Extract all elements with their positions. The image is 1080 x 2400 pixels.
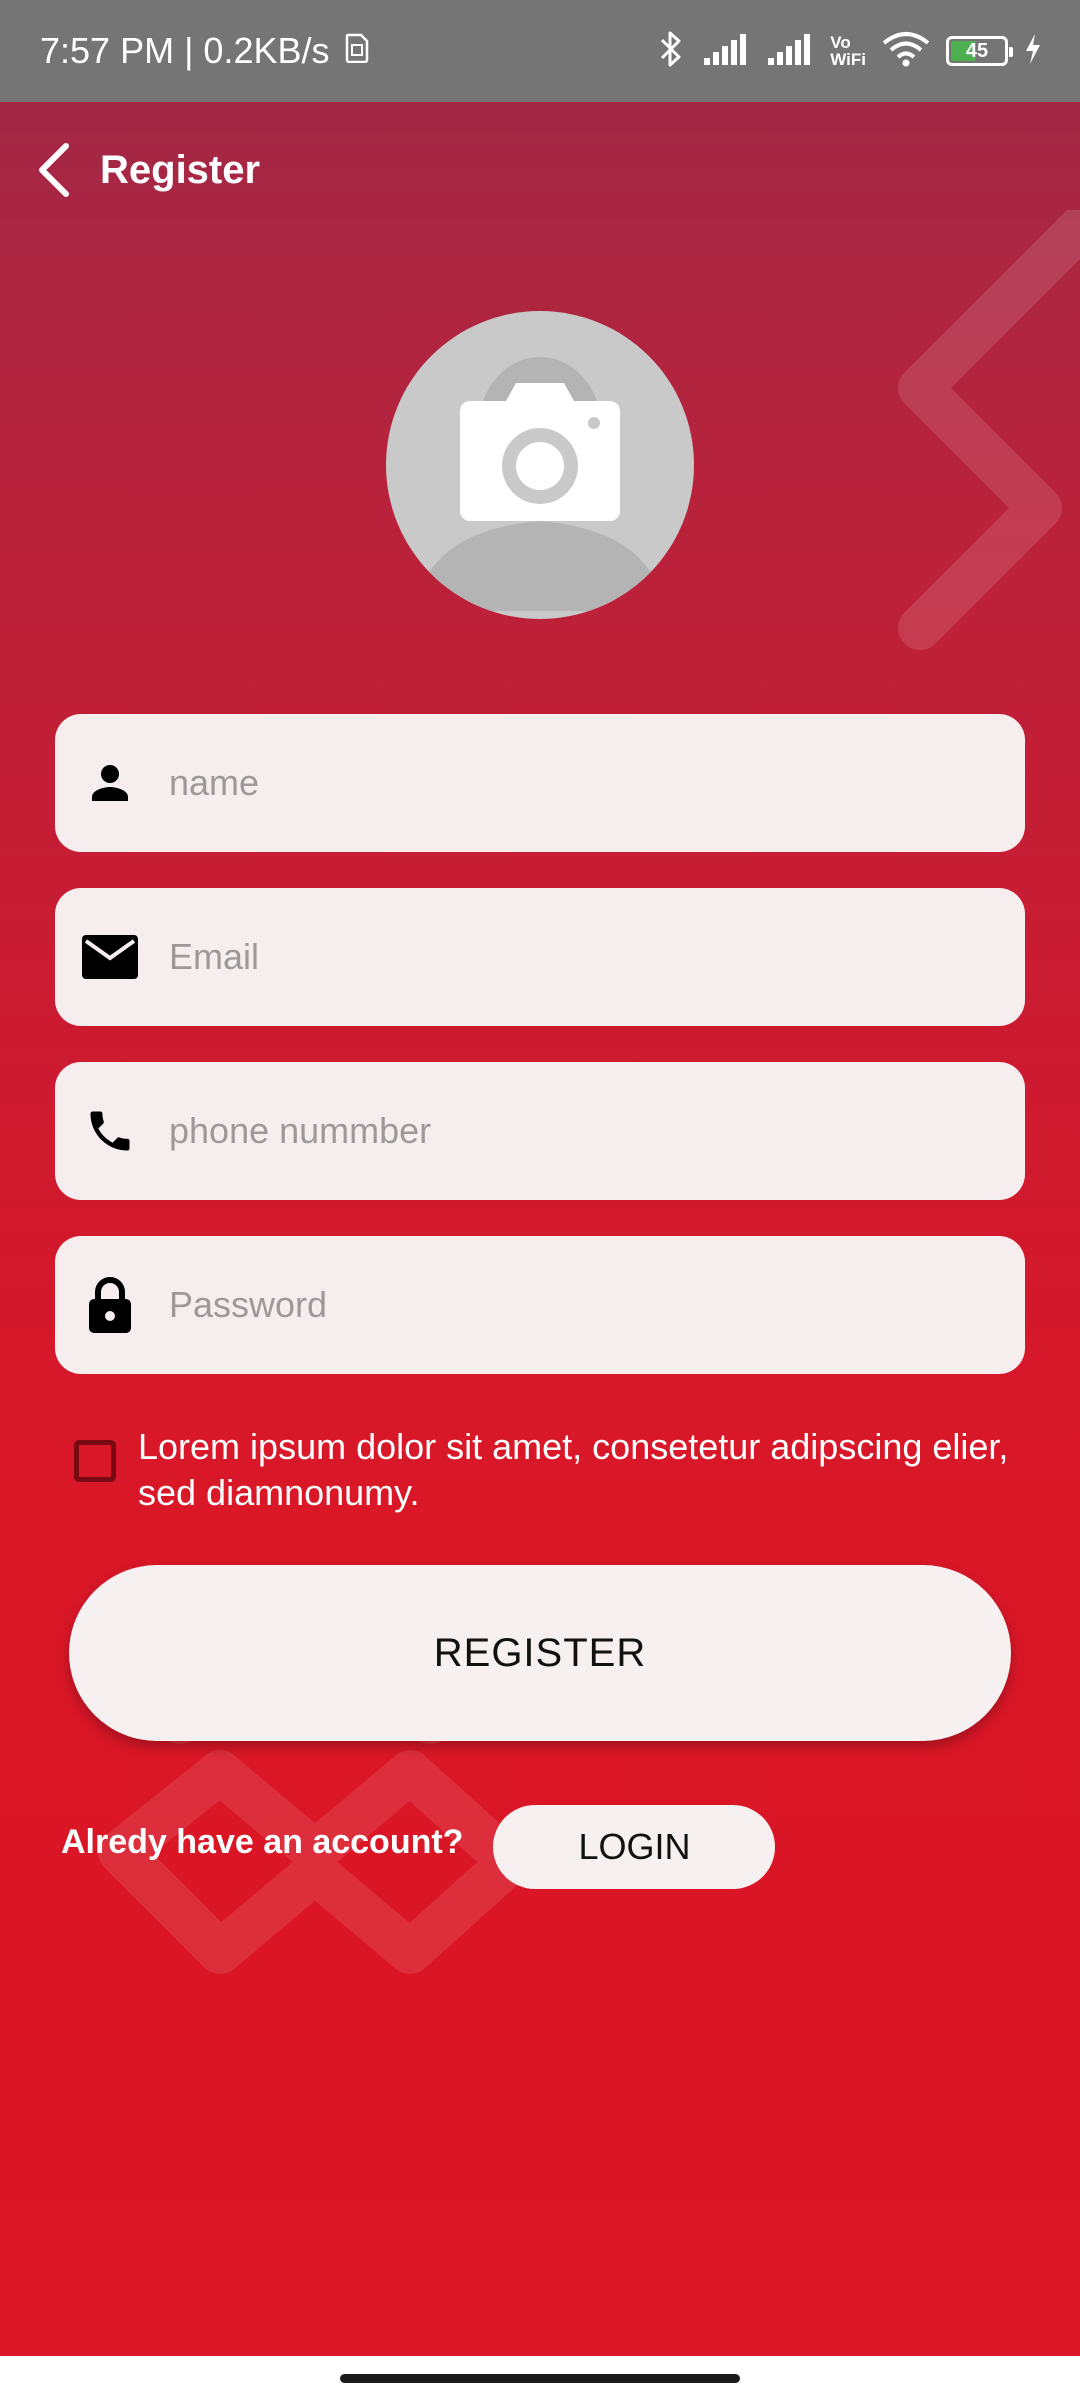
status-right: Vo WiFi 45 (656, 0, 1042, 102)
vowifi-bottom: WiFi (830, 50, 866, 69)
mail-icon (45, 888, 175, 1026)
navigation-bar (0, 2356, 1080, 2400)
person-icon (45, 714, 175, 852)
charging-icon (1024, 33, 1042, 70)
bluetooth-icon (656, 29, 686, 74)
login-row: Alredy have an account? LOGIN (61, 1795, 776, 1889)
signal-icon (702, 32, 750, 71)
name-field[interactable] (55, 714, 1025, 852)
status-bar: 7:57 PM | 0.2KB/s Vo WiFi 45 (0, 0, 1080, 102)
back-button[interactable] (34, 142, 74, 198)
battery-level: 45 (965, 39, 989, 62)
login-prompt: Alredy have an account? (61, 1822, 464, 1861)
register-screen: Register name Email phone nummber Lorem … (0, 102, 1080, 2356)
email-input[interactable] (169, 936, 949, 978)
phone-icon (45, 1062, 175, 1200)
password-input[interactable] (169, 1284, 949, 1326)
phone-input[interactable] (169, 1110, 949, 1152)
password-field[interactable] (55, 1236, 1025, 1374)
battery-icon: 45 (946, 36, 1013, 66)
profile-photo-picker[interactable] (386, 311, 694, 619)
terms-text: Lorem ipsum dolor sit amet, consetetur a… (138, 1426, 1009, 1513)
register-button[interactable]: REGISTER (69, 1565, 1011, 1741)
signal-icon (766, 32, 814, 71)
phone-field[interactable] (55, 1062, 1025, 1200)
wifi-icon (882, 31, 930, 72)
camera-icon (460, 383, 620, 521)
page-title: Register (100, 147, 261, 192)
home-indicator[interactable] (340, 2374, 740, 2383)
name-input[interactable] (169, 762, 949, 804)
lock-icon (45, 1236, 175, 1374)
terms-checkbox[interactable] (74, 1440, 116, 1482)
login-button[interactable]: LOGIN (493, 1805, 776, 1889)
terms-row: Lorem ipsum dolor sit amet, consetetur a… (74, 1424, 1034, 1516)
vowifi-label: Vo WiFi (830, 34, 866, 68)
sim-icon (344, 30, 370, 72)
app-header: Register (34, 142, 260, 198)
status-left: 7:57 PM | 0.2KB/s (40, 0, 370, 102)
vowifi-top: Vo (830, 33, 851, 52)
decorative-cross-shape (898, 210, 1080, 650)
back-arrow-icon (39, 143, 69, 197)
email-field[interactable] (55, 888, 1025, 1026)
status-time-speed: 7:57 PM | 0.2KB/s (40, 30, 330, 71)
